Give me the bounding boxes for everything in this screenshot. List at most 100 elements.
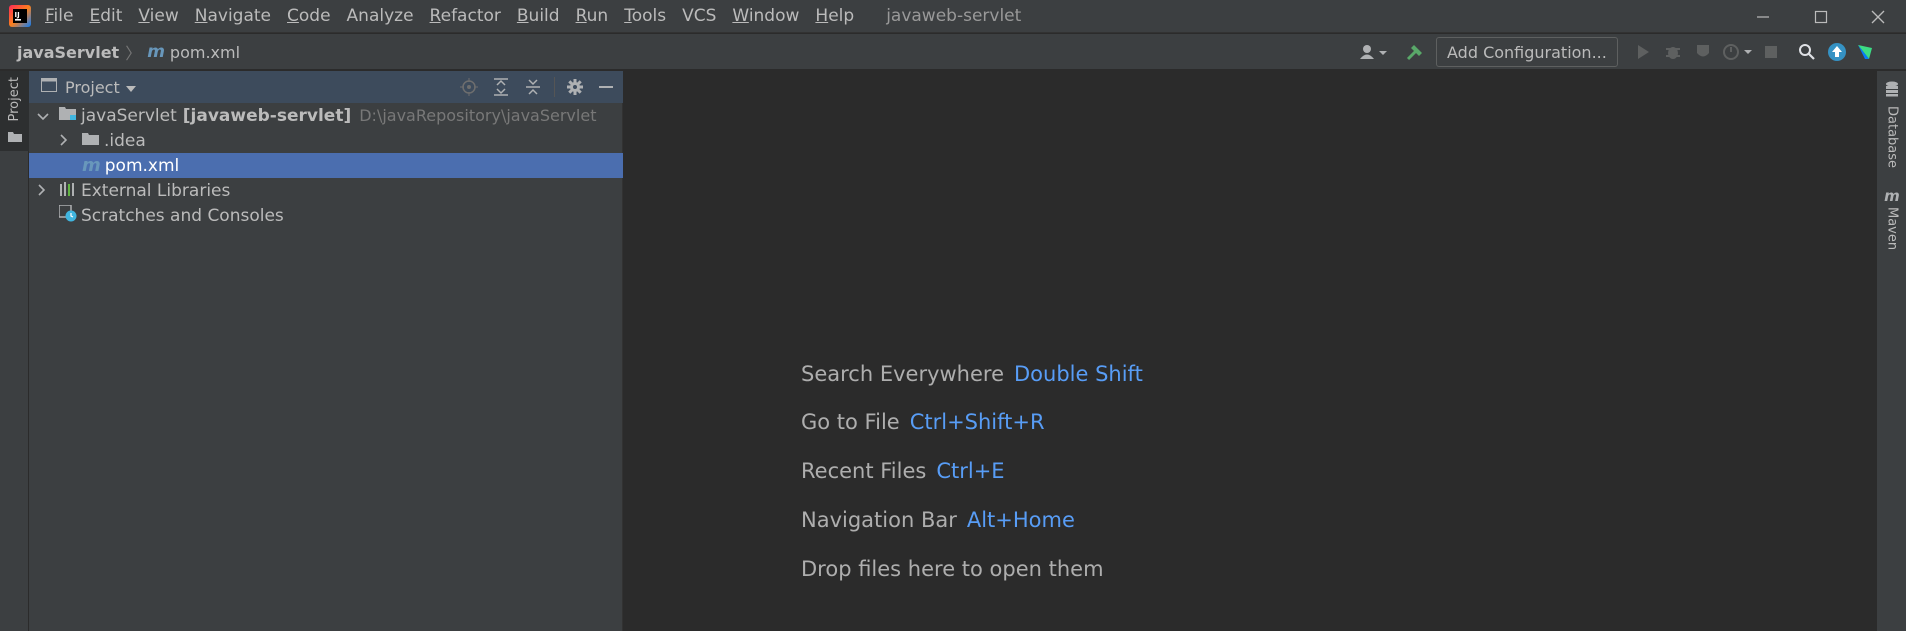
editor-hint-row: Go to File Ctrl+Shift+R: [801, 410, 1045, 434]
menu-tools[interactable]: Tools: [624, 6, 666, 26]
collapse-all-icon[interactable]: [517, 71, 549, 103]
menu-label-rest: ode: [298, 6, 331, 26]
update-icon[interactable]: [1822, 37, 1852, 67]
project-panel-actions: [453, 71, 622, 103]
chevron-down-icon[interactable]: [37, 106, 51, 126]
jetbrains-toolbox-icon[interactable]: [1852, 37, 1878, 67]
window-controls: [1734, 0, 1906, 33]
menu-mnemonic: V: [138, 6, 150, 26]
menu-label-rest: ile: [53, 6, 74, 26]
hint-label: Go to File: [801, 410, 900, 434]
database-tool-tab[interactable]: Database: [1877, 81, 1906, 168]
build-hammer-icon[interactable]: [1400, 37, 1430, 67]
database-icon: [1885, 81, 1899, 102]
coverage-icon[interactable]: [1688, 37, 1718, 67]
title-bar: IJ File Edit View Navigate Code Analyze Refact…: [0, 0, 1906, 33]
scratches-icon: [58, 203, 77, 227]
profile-icon[interactable]: [1718, 37, 1756, 67]
menu-label-rest: iew: [149, 6, 179, 26]
menu-help[interactable]: Help: [815, 6, 854, 26]
menu-vcs[interactable]: VCS: [682, 6, 716, 26]
header-divider: [554, 77, 555, 97]
menu-edit[interactable]: Edit: [89, 6, 122, 26]
menu-analyze[interactable]: Analyze: [347, 6, 414, 26]
project-tool-window: Project javaServlet [javaweb-servlet] D:…: [29, 71, 623, 631]
breadcrumb-separator-icon: 〉: [125, 44, 142, 63]
search-icon[interactable]: [1792, 37, 1822, 67]
tree-item-external-libraries[interactable]: External Libraries: [29, 178, 623, 203]
menu-label-rest: dit: [100, 6, 123, 26]
toolbar-right: Add Configuration...: [1356, 34, 1878, 70]
window-title: javaweb-servlet: [886, 6, 1022, 26]
project-panel-header: Project: [29, 71, 623, 103]
editor-hint-row: Search Everywhere Double Shift: [801, 362, 1143, 386]
debug-icon[interactable]: [1658, 37, 1688, 67]
tree-item-idea[interactable]: .idea: [29, 128, 623, 153]
add-configuration-button[interactable]: Add Configuration...: [1436, 37, 1618, 67]
hint-shortcut: Ctrl+Shift+R: [909, 410, 1045, 434]
hint-label: Navigation Bar: [801, 508, 957, 532]
right-tool-stripe: Database m Maven: [1876, 71, 1906, 631]
breadcrumb-project[interactable]: javaServlet: [17, 43, 119, 62]
intellij-logo-icon[interactable]: IJ: [9, 5, 31, 27]
menu-label-rest: uild: [528, 6, 560, 26]
hint-shortcut: Alt+Home: [966, 508, 1075, 532]
menu-mnemonic: B: [516, 6, 529, 26]
menu-label-rest: ools: [631, 6, 667, 26]
hint-shortcut: Double Shift: [1014, 362, 1143, 386]
main-menu: File Edit View Navigate Code Analyze Refactor B…: [45, 6, 870, 26]
menu-label-rest: elp: [828, 6, 855, 26]
menu-run[interactable]: Run: [576, 6, 609, 26]
menu-mnemonic: F: [45, 6, 54, 26]
user-dropdown-icon[interactable]: [1356, 37, 1390, 67]
maven-file-icon: m: [82, 155, 101, 176]
menu-label-rest: indow: [748, 6, 800, 26]
tree-item-scratches[interactable]: Scratches and Consoles: [29, 203, 623, 228]
maven-icon: m: [1884, 187, 1900, 205]
expand-all-icon[interactable]: [485, 71, 517, 103]
stop-icon[interactable]: [1756, 37, 1786, 67]
menu-mnemonic: T: [624, 6, 632, 26]
maximize-icon[interactable]: [1792, 0, 1850, 33]
menu-mnemonic: N: [194, 6, 208, 26]
editor-empty-area[interactable]: [624, 71, 1876, 631]
breadcrumb-file[interactable]: pom.xml: [170, 43, 240, 62]
menu-mnemonic: R: [575, 6, 587, 26]
menu-refactor[interactable]: Refactor: [430, 6, 501, 26]
close-icon[interactable]: [1850, 0, 1906, 33]
navigation-bar: javaServlet 〉 m pom.xml Add Configuratio…: [0, 34, 1906, 70]
menu-file[interactable]: File: [45, 6, 73, 26]
tree-item-project-root[interactable]: javaServlet [javaweb-servlet] D:\javaRep…: [29, 103, 623, 128]
menu-label-rest: avigate: [207, 6, 272, 26]
chevron-right-icon[interactable]: [38, 181, 52, 201]
menu-code[interactable]: Code: [287, 6, 331, 26]
libraries-icon: [59, 181, 77, 201]
menu-navigate[interactable]: Navigate: [195, 6, 271, 26]
project-view-dropdown[interactable]: Project: [65, 77, 136, 97]
hint-label: Recent Files: [801, 459, 927, 483]
maven-file-icon: m: [147, 42, 165, 62]
maven-tool-tab[interactable]: m Maven: [1877, 187, 1906, 250]
editor-hint-row: Navigation Bar Alt+Home: [801, 508, 1075, 532]
gear-icon[interactable]: [560, 71, 590, 103]
menu-build[interactable]: Build: [517, 6, 560, 26]
minimize-icon[interactable]: [1734, 0, 1792, 33]
left-tool-stripe: Project: [0, 71, 29, 631]
run-icon[interactable]: [1628, 37, 1658, 67]
hint-label: Search Everywhere: [801, 362, 1004, 386]
svg-text:IJ: IJ: [15, 11, 20, 19]
project-tool-tab[interactable]: Project: [0, 71, 29, 151]
hint-shortcut: Ctrl+E: [936, 459, 1005, 483]
folder-icon: [82, 131, 100, 151]
menu-mnemonic: C: [287, 6, 299, 26]
menu-window[interactable]: Window: [732, 6, 799, 26]
hide-panel-icon[interactable]: [590, 71, 622, 103]
folder-icon: [7, 127, 22, 147]
menu-view[interactable]: View: [138, 6, 178, 26]
chevron-right-icon[interactable]: [60, 131, 74, 151]
menu-label-rest: efactor: [440, 6, 501, 26]
editor-hint-row: Drop files here to open them: [801, 557, 1104, 581]
locate-icon[interactable]: [453, 71, 485, 103]
tree-item-pom[interactable]: m pom.xml: [29, 153, 623, 178]
menu-mnemonic: W: [732, 6, 749, 26]
